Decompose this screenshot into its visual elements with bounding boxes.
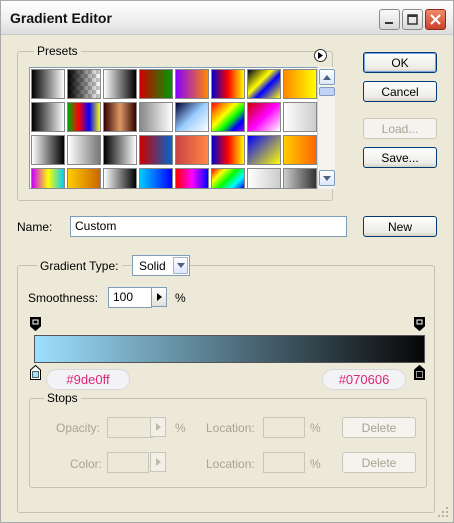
color-location-unit: % [310,457,321,471]
preset-swatch[interactable] [139,135,173,165]
preset-swatch[interactable] [211,102,245,132]
preset-swatch[interactable] [211,69,245,99]
preset-swatch[interactable] [211,168,245,189]
ok-button[interactable]: OK [363,52,437,73]
preset-swatch[interactable] [175,135,209,165]
preset-swatch[interactable] [247,135,281,165]
chevron-up-icon [323,74,331,80]
opacity-slider-button [150,417,166,437]
preset-swatch[interactable] [247,168,281,189]
gradient-type-select[interactable]: Solid [132,255,190,276]
gradient-editor-window: Gradient Editor Presets OK Cancel Load..… [0,0,454,523]
preset-swatch[interactable] [67,135,101,165]
stops-group [29,398,427,488]
opacity-stop-left[interactable] [30,317,41,331]
preset-swatch[interactable] [283,69,317,99]
presets-scrollbar[interactable] [317,67,335,189]
preset-swatch[interactable] [103,168,137,189]
play-circle-icon [318,52,323,59]
preset-swatch[interactable] [211,135,245,165]
chevron-down-icon [323,175,331,181]
opacity-location-unit: % [310,421,321,435]
close-icon [430,14,441,25]
title-bar[interactable]: Gradient Editor [1,1,453,35]
minimize-icon [385,22,393,24]
color-delete-button: Delete [342,452,416,473]
preset-swatch[interactable] [175,102,209,132]
preset-swatch[interactable] [31,102,65,132]
smoothness-unit: % [175,291,186,305]
cancel-button[interactable]: Cancel [363,81,437,102]
preset-swatch[interactable] [67,69,101,99]
smoothness-input[interactable]: 100 [108,287,152,308]
preset-swatch[interactable] [67,168,101,189]
preset-swatch[interactable] [67,102,101,132]
new-button[interactable]: New [363,216,437,237]
chevron-right-icon [156,293,162,301]
gradient-type-value: Solid [139,259,166,273]
preset-swatch[interactable] [283,102,317,132]
close-button[interactable] [425,9,446,30]
window-title: Gradient Editor [10,10,112,26]
preset-swatch[interactable] [283,168,317,189]
presets-menu-button[interactable] [314,49,327,62]
preset-swatch[interactable] [175,69,209,99]
presets-grid[interactable] [29,67,319,189]
chevron-down-icon [176,263,185,268]
load-button: Load... [363,118,437,139]
color-location-label: Location: [206,457,255,471]
opacity-input [107,417,153,438]
opacity-stop-right[interactable] [414,317,425,331]
maximize-icon [407,14,418,25]
start-color-label: #9de0ff [46,369,130,390]
gradient-preview-bar[interactable] [34,335,425,363]
stops-label: Stops [44,391,81,405]
color-location-input [263,452,305,473]
opacity-location-input [263,417,305,438]
preset-swatch[interactable] [139,69,173,99]
name-label: Name: [17,220,53,234]
preset-swatch[interactable] [139,102,173,132]
opacity-unit: % [175,421,186,435]
end-color-label: #070606 [322,369,406,390]
color-stop-right[interactable] [414,365,425,380]
color-swatch [107,452,149,473]
color-stop-left[interactable] [30,365,41,380]
smoothness-slider-button[interactable] [151,287,167,307]
resize-grip-icon[interactable] [437,506,449,518]
opacity-delete-button: Delete [342,417,416,438]
opacity-location-label: Location: [206,421,255,435]
maximize-button[interactable] [402,9,423,30]
save-button[interactable]: Save... [363,147,437,168]
name-input[interactable]: Custom [70,216,347,237]
preset-swatch[interactable] [139,168,173,189]
preset-swatch[interactable] [175,168,209,189]
preset-swatch[interactable] [247,102,281,132]
preset-swatch[interactable] [103,69,137,99]
preset-swatch[interactable] [31,135,65,165]
gradient-type-dropdown-button[interactable] [173,257,188,274]
chevron-right-icon [155,458,161,466]
smoothness-label: Smoothness: [28,291,99,305]
scroll-up-button[interactable] [319,69,335,85]
gradient-type-label: Gradient Type: [37,259,122,273]
preset-swatch[interactable] [31,168,65,189]
scroll-down-button[interactable] [319,170,335,186]
chevron-right-icon [155,423,161,431]
minimize-button[interactable] [379,9,400,30]
presets-label: Presets [34,44,81,58]
scroll-thumb[interactable] [319,87,335,96]
opacity-label: Opacity: [56,421,101,435]
preset-swatch[interactable] [247,69,281,99]
preset-swatch[interactable] [103,102,137,132]
preset-swatch[interactable] [103,135,137,165]
color-picker-button [150,452,166,472]
preset-swatch[interactable] [283,135,317,165]
color-label: Color: [70,457,103,471]
preset-swatch[interactable] [31,69,65,99]
